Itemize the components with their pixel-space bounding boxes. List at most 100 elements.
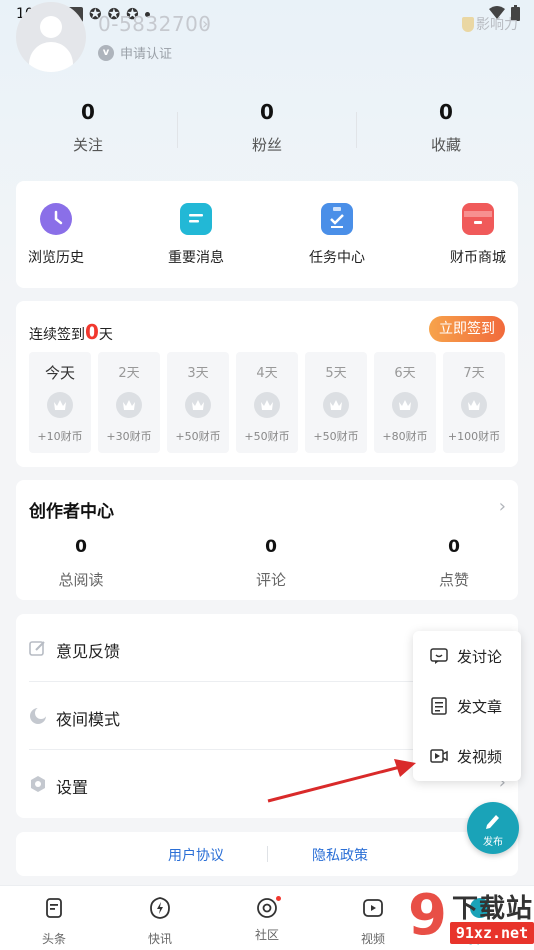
day-reward: +10财币: [37, 430, 83, 443]
crown-icon: [116, 392, 142, 418]
signin-day: 7天 +100财币: [443, 352, 505, 453]
creator-stat-reads: 0 总阅读: [26, 537, 136, 590]
influence-link[interactable]: 影响力: [462, 14, 518, 34]
message-icon: [180, 203, 212, 235]
stat-value: 0: [81, 100, 95, 124]
creator-stat-label: 点赞: [438, 571, 469, 589]
signin-day: 4天 +50财币: [236, 352, 298, 453]
pen-icon: [486, 815, 499, 829]
creator-stat-value: 0: [265, 537, 277, 557]
stat-favorites[interactable]: 0 收藏: [386, 100, 506, 155]
day-reward: +50财币: [244, 430, 290, 443]
annotation-arrow: [267, 759, 416, 803]
day-reward: +80财币: [382, 430, 428, 443]
video-icon: [430, 749, 448, 763]
moon-icon: [30, 707, 47, 724]
signin-count: 0: [85, 320, 99, 344]
signin-day: 今天 +10财币: [29, 352, 91, 453]
creator-title: 创作者中心: [29, 502, 114, 522]
discussion-icon: [430, 648, 448, 664]
quick-label: 任务中心: [309, 250, 365, 266]
gear-icon: [31, 776, 45, 792]
creator-stat-comments: 0 评论: [216, 537, 326, 590]
crown-icon: [47, 392, 73, 418]
setting-label: 夜间模式: [56, 710, 121, 729]
crown-icon: [461, 392, 487, 418]
day-label: 5天: [325, 366, 347, 381]
user-agreement-link[interactable]: 用户协议: [168, 845, 224, 865]
article-icon: [431, 697, 447, 715]
quick-messages[interactable]: 重要消息: [151, 203, 241, 267]
influence-label: 影响力: [476, 17, 518, 33]
tab-community[interactable]: 社区: [227, 896, 307, 943]
tab-label: 头条: [41, 932, 66, 946]
tab-label: 社区: [254, 928, 279, 942]
site-watermark: 9 下载站 91xz.net: [404, 884, 534, 950]
day-reward: +30财币: [106, 430, 152, 443]
tab-flash[interactable]: 快讯: [120, 896, 200, 947]
chevron-right-icon[interactable]: ›: [202, 14, 208, 33]
signin-card: 连续签到0天 立即签到 今天 +10财币 2天 +30财币 3天 +50财币 4天 +50财币…: [16, 301, 518, 467]
quick-label: 重要消息: [168, 250, 224, 266]
quick-store[interactable]: 财币商城: [433, 203, 523, 267]
signin-day: 2天 +30财币: [98, 352, 160, 453]
crown-icon: [323, 392, 349, 418]
stat-label: 收藏: [430, 136, 461, 154]
quick-actions-card: 浏览历史 重要消息 任务中心 财币商城: [16, 181, 518, 288]
signin-button[interactable]: 立即签到: [429, 316, 505, 342]
day-reward: +50财币: [313, 430, 359, 443]
quick-history[interactable]: 浏览历史: [11, 203, 101, 267]
signin-prefix: 连续签到: [29, 327, 85, 343]
medal-icon: [462, 16, 474, 32]
tab-headlines[interactable]: 头条: [14, 896, 94, 947]
policy-links: 用户协议 隐私政策: [16, 832, 518, 876]
tab-video[interactable]: 视频: [333, 896, 413, 947]
day-label: 7天: [463, 366, 485, 381]
setting-label: 意见反馈: [56, 642, 121, 661]
publish-article[interactable]: 发文章: [413, 681, 521, 731]
privacy-policy-link[interactable]: 隐私政策: [312, 845, 368, 865]
tab-label: 快讯: [147, 932, 172, 946]
fab-label: 发布: [483, 837, 503, 848]
crown-icon: [185, 392, 211, 418]
watermark-logo: 9: [408, 883, 447, 948]
divider: [267, 846, 268, 862]
quick-tasks[interactable]: 任务中心: [292, 203, 382, 267]
chevron-right-icon[interactable]: ›: [499, 496, 506, 517]
publish-video[interactable]: 发视频: [413, 731, 521, 781]
clock-icon: [40, 203, 72, 235]
day-label: 3天: [187, 366, 209, 381]
user-id[interactable]: 0-5832700: [98, 12, 212, 36]
watermark-text: 下载站: [452, 894, 534, 924]
tab-label: 视频: [360, 932, 385, 946]
verified-icon: v: [98, 44, 114, 61]
publish-label: 发视频: [457, 748, 503, 766]
publish-fab[interactable]: 发布: [467, 802, 519, 854]
stat-value: 0: [260, 100, 274, 124]
watermark-url: 91xz.net: [450, 922, 534, 944]
creator-center-card[interactable]: 创作者中心 › 0 总阅读 0 评论 0 点赞: [16, 480, 518, 600]
edit-icon: [29, 641, 45, 656]
publish-label: 发文章: [457, 698, 503, 716]
stat-followers[interactable]: 0 粉丝: [207, 100, 327, 155]
day-label: 6天: [394, 366, 416, 381]
crown-icon: [254, 392, 280, 418]
profile-stats: 0 关注 0 粉丝 0 收藏: [0, 100, 534, 170]
divider: [356, 112, 357, 148]
day-reward: +50财币: [175, 430, 221, 443]
stat-label: 粉丝: [251, 136, 282, 154]
flash-icon: [150, 897, 170, 919]
creator-stat-likes: 0 点赞: [399, 537, 509, 590]
signin-streak: 连续签到0天: [29, 320, 113, 344]
store-icon: [462, 203, 494, 235]
divider: [177, 112, 178, 148]
signin-day: 3天 +50财币: [167, 352, 229, 453]
stat-following[interactable]: 0 关注: [28, 100, 148, 155]
creator-stat-label: 总阅读: [58, 571, 104, 589]
stat-value: 0: [439, 100, 453, 124]
verify-link[interactable]: v 申请认证: [98, 43, 172, 62]
publish-discussion[interactable]: 发讨论: [413, 631, 521, 681]
avatar[interactable]: [16, 2, 86, 72]
clipboard-icon: [321, 203, 353, 235]
stat-label: 关注: [72, 136, 103, 154]
